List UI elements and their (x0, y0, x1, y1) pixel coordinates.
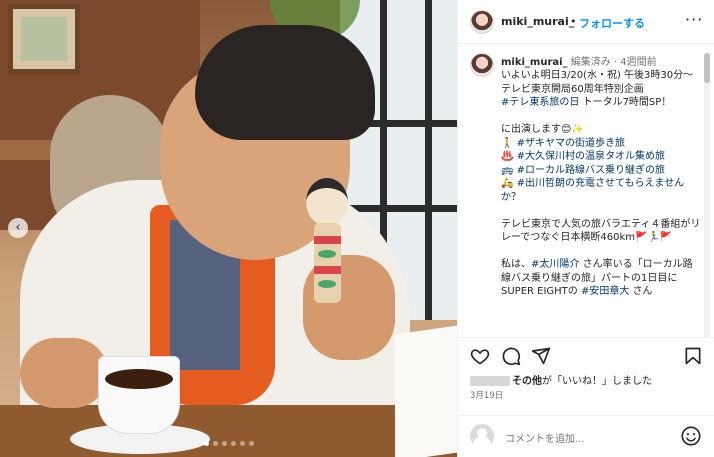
post-header: miki_murai_ • フォローする ··· (458, 0, 714, 44)
hashtag-link[interactable]: #ザキヤマの街道歩き旅 (517, 138, 625, 149)
caption-meta: 編集済み · 4週間前 (570, 57, 657, 68)
caption-line: #テレ東系旅の日 トータル7時間SP！ (501, 97, 672, 108)
hashtag-link[interactable]: #出川哲朗の充電させてもらえませんか (501, 178, 684, 203)
more-options-icon[interactable]: ··· (685, 10, 703, 29)
share-icon[interactable] (531, 346, 551, 366)
post-photo[interactable]: ‹ (0, 0, 457, 457)
bookmark-icon[interactable] (683, 346, 703, 366)
comment-input[interactable]: コメントを追加... (505, 430, 585, 445)
post-date: 3月19日 (470, 391, 504, 401)
carousel-dot[interactable] (203, 441, 209, 446)
photo-kokeshi-doll (304, 178, 352, 304)
liker-username-redacted[interactable] (470, 376, 510, 386)
heart-icon[interactable] (470, 346, 490, 366)
caption-line (501, 245, 701, 259)
caption-header: miki_murai_ 編集済み · 4週間前 (501, 53, 657, 68)
caption-line (501, 110, 701, 124)
caption-line: に出演します😊✨ (501, 124, 584, 135)
caption-line (501, 204, 701, 218)
caption-line: 私は、#太川陽介 さん率いる「ローカル路線バス乗り継ぎの旅」パートの1日目に S… (501, 259, 693, 297)
likes-others-link[interactable]: その他 (512, 376, 542, 387)
caption-line: テレビ東京開局60周年特別企画 (501, 83, 644, 95)
comment-bar: コメントを追加... (458, 415, 714, 457)
caption-scrollbar[interactable] (704, 53, 710, 337)
photo-paper (395, 325, 457, 457)
caption-line: ♨️ #大久保川村の温泉タオル集め旅 (501, 151, 666, 162)
carousel-dots (0, 441, 457, 446)
photo-table (0, 405, 457, 457)
caption-username[interactable]: miki_murai_ (501, 57, 568, 68)
caption-line: テレビ東京で人気の旅バラエティ４番組がリレーでつなぐ日本横断460km🚩🏃‍♂️… (501, 218, 701, 244)
emoji-icon[interactable] (680, 425, 702, 447)
caption-area: miki_murai_ 編集済み · 4週間前 いよいよ明日3/20(水・祝) … (458, 45, 714, 337)
carousel-prev-button[interactable]: ‹ (8, 218, 28, 238)
hashtag-link[interactable]: #大久保川村の温泉タオル集め旅 (517, 151, 665, 162)
photo-coffee-cup (98, 356, 180, 434)
caption-avatar[interactable] (470, 53, 494, 77)
caption-line: いよいよ明日3/20(水・祝) 午後3時30分〜 (501, 70, 694, 81)
likes-summary: その他が「いいね！」しました (470, 372, 652, 387)
photo-wall-painting (8, 4, 80, 74)
carousel-dot[interactable] (221, 441, 227, 446)
comment-icon[interactable] (501, 346, 521, 366)
comment-avatar (470, 424, 494, 448)
carousel-dot[interactable] (212, 441, 218, 446)
photo-hair (195, 25, 375, 140)
carousel-dot[interactable] (248, 441, 254, 446)
caption-line: 🛵 #出川哲朗の充電させてもらえませんか？ (501, 178, 685, 203)
hashtag-link[interactable]: #太川陽介 (531, 259, 579, 270)
hashtag-link[interactable]: #テレ東系旅の日 (501, 97, 579, 108)
carousel-dot[interactable] (230, 441, 236, 446)
caption-line: 🚶 #ザキヤマの街道歩き旅 (501, 137, 626, 149)
photo-hand-left (20, 338, 108, 408)
caption-text: いよいよ明日3/20(水・祝) 午後3時30分〜 テレビ東京開局60周年特別企画 #… (501, 69, 701, 299)
post-side-panel: miki_murai_ • フォローする ··· miki_murai_ 編集済… (457, 0, 714, 457)
hashtag-link[interactable]: #ローカル路線バス乗り継ぎの旅 (517, 165, 665, 176)
header-username[interactable]: miki_murai_ (501, 15, 574, 28)
header-separator: • (570, 15, 577, 28)
carousel-dot[interactable] (239, 441, 245, 446)
hashtag-link[interactable]: #安田章大 (581, 286, 629, 297)
caption-line: 🚌 #ローカル路線バス乗り継ぎの旅 (501, 164, 666, 176)
action-bar (458, 337, 714, 373)
likes-suffix: が「いいね！」しました (542, 376, 652, 387)
avatar[interactable] (470, 10, 494, 34)
follow-button[interactable]: フォローする (579, 15, 645, 31)
